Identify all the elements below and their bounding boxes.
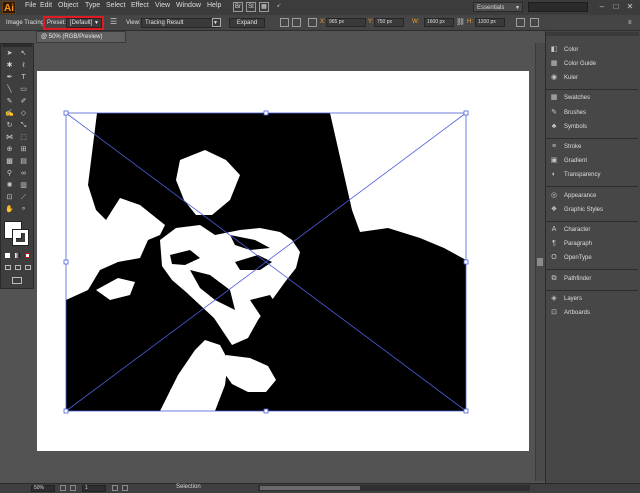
panel-appearance[interactable]: ◎ Appearance xyxy=(548,191,638,203)
panel-stroke[interactable]: ≡ Stroke xyxy=(548,142,638,154)
swatches-icon: ▦ xyxy=(550,94,558,101)
panel-transparency[interactable]: ◐ Transparency xyxy=(548,170,638,182)
zoom-level-field[interactable]: 50% xyxy=(31,485,55,492)
transparency-icon: ◐ xyxy=(551,171,557,178)
panel-character[interactable]: A Character xyxy=(548,225,638,237)
panel-graphic-styles[interactable]: ❖ Graphic Styles xyxy=(548,205,638,217)
panel-paragraph[interactable]: ¶ Paragraph xyxy=(548,239,638,251)
first-artboard-icon[interactable] xyxy=(60,485,66,491)
paragraph-icon: ¶ xyxy=(552,240,556,247)
panel-swatches[interactable]: ▦ Swatches xyxy=(548,93,638,105)
panel-divider xyxy=(546,89,638,90)
opentype-icon: O xyxy=(551,254,557,261)
color-guide-icon: ▦ xyxy=(550,60,558,67)
appearance-icon: ◎ xyxy=(550,192,558,199)
panel-layers[interactable]: ◈ Layers xyxy=(548,294,638,306)
panel-divider xyxy=(546,138,638,139)
gradient-icon: ▣ xyxy=(550,157,558,164)
kuler-icon: ◉ xyxy=(550,74,558,81)
artboard-number-field[interactable]: 1 xyxy=(82,485,106,492)
current-tool-status[interactable]: Selection xyxy=(176,484,201,490)
panel-artboards[interactable]: ⊡ Artboards xyxy=(548,308,638,320)
vertical-scroll-thumb[interactable] xyxy=(537,258,543,266)
stroke-icon: ≡ xyxy=(551,143,557,150)
panel-divider xyxy=(546,269,638,270)
panel-divider xyxy=(546,186,638,187)
panel-divider xyxy=(546,290,638,291)
pathfinder-icon: ⧉ xyxy=(551,275,557,282)
color-icon: ◧ xyxy=(550,46,558,53)
panel-symbols[interactable]: ♣ Symbols xyxy=(548,122,638,134)
previous-artboard-icon[interactable] xyxy=(70,485,76,491)
panel-pathfinder[interactable]: ⧉ Pathfinder xyxy=(548,274,638,286)
panel-divider xyxy=(546,221,638,222)
last-artboard-icon[interactable] xyxy=(122,485,128,491)
graphic-styles-icon: ❖ xyxy=(550,206,558,213)
panel-gradient[interactable]: ▣ Gradient xyxy=(548,156,638,168)
layers-icon: ◈ xyxy=(551,295,557,302)
artboards-icon: ⊡ xyxy=(551,309,557,316)
next-artboard-icon[interactable] xyxy=(112,485,118,491)
panel-dock-header[interactable] xyxy=(546,32,639,36)
horizontal-scroll-thumb[interactable] xyxy=(260,486,360,490)
panel-opentype[interactable]: O OpenType xyxy=(548,253,638,265)
character-icon: A xyxy=(551,226,557,233)
panel-color[interactable]: ◧ Color xyxy=(548,45,638,57)
panel-color-guide[interactable]: ▦ Color Guide xyxy=(548,59,638,71)
panel-brushes[interactable]: ✎ Brushes xyxy=(548,108,638,120)
brushes-icon: ✎ xyxy=(551,109,557,116)
panel-kuler[interactable]: ◉ Kuler xyxy=(548,73,638,85)
symbols-icon: ♣ xyxy=(551,123,557,130)
